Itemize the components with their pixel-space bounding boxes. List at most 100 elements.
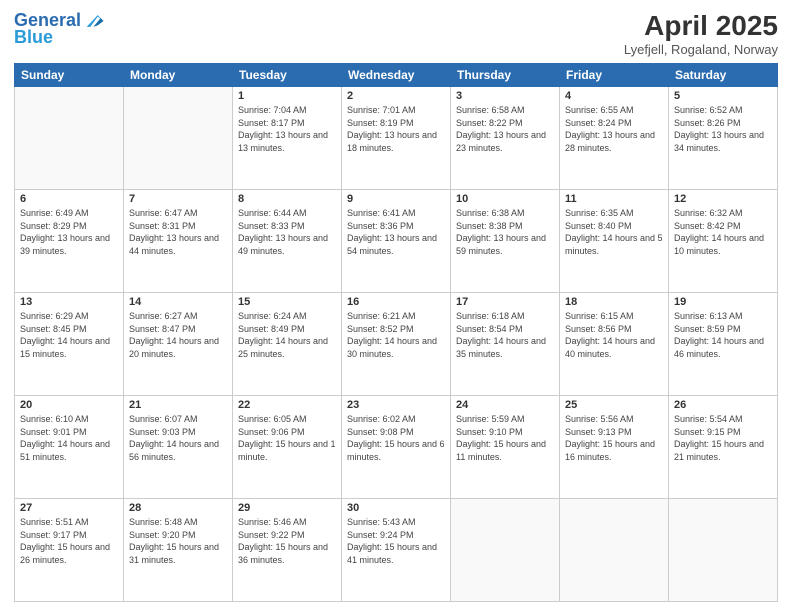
day-number: 25 bbox=[565, 399, 663, 411]
day-info-line: Sunrise: 6:38 AM bbox=[456, 207, 554, 220]
calendar-cell: 14Sunrise: 6:27 AMSunset: 8:47 PMDayligh… bbox=[124, 293, 233, 396]
day-info-line: Sunrise: 6:15 AM bbox=[565, 310, 663, 323]
day-number: 7 bbox=[129, 193, 227, 205]
calendar-cell: 24Sunrise: 5:59 AMSunset: 9:10 PMDayligh… bbox=[451, 396, 560, 499]
day-info-line: Sunset: 8:47 PM bbox=[129, 323, 227, 336]
day-info-line: Daylight: 14 hours and 56 minutes. bbox=[129, 438, 227, 463]
day-info-line: Sunrise: 6:44 AM bbox=[238, 207, 336, 220]
calendar-cell: 26Sunrise: 5:54 AMSunset: 9:15 PMDayligh… bbox=[669, 396, 778, 499]
day-info-line: Sunrise: 7:04 AM bbox=[238, 104, 336, 117]
day-info-line: Daylight: 14 hours and 35 minutes. bbox=[456, 335, 554, 360]
calendar-cell: 1Sunrise: 7:04 AMSunset: 8:17 PMDaylight… bbox=[233, 87, 342, 190]
day-info-line: Daylight: 14 hours and 51 minutes. bbox=[20, 438, 118, 463]
day-info-line: Sunrise: 6:35 AM bbox=[565, 207, 663, 220]
day-info-line: Sunset: 9:01 PM bbox=[20, 426, 118, 439]
calendar-cell: 17Sunrise: 6:18 AMSunset: 8:54 PMDayligh… bbox=[451, 293, 560, 396]
logo: General Blue bbox=[14, 10, 105, 48]
day-info-line: Daylight: 15 hours and 41 minutes. bbox=[347, 541, 445, 566]
calendar-cell: 5Sunrise: 6:52 AMSunset: 8:26 PMDaylight… bbox=[669, 87, 778, 190]
calendar-cell: 7Sunrise: 6:47 AMSunset: 8:31 PMDaylight… bbox=[124, 190, 233, 293]
day-info-line: Daylight: 13 hours and 44 minutes. bbox=[129, 232, 227, 257]
day-number: 22 bbox=[238, 399, 336, 411]
day-info-line: Sunrise: 6:58 AM bbox=[456, 104, 554, 117]
calendar-cell: 12Sunrise: 6:32 AMSunset: 8:42 PMDayligh… bbox=[669, 190, 778, 293]
day-number: 17 bbox=[456, 296, 554, 308]
title-block: April 2025 Lyefjell, Rogaland, Norway bbox=[624, 10, 778, 57]
day-info-line: Sunset: 8:56 PM bbox=[565, 323, 663, 336]
day-info-line: Daylight: 14 hours and 40 minutes. bbox=[565, 335, 663, 360]
day-info-line: Sunrise: 5:48 AM bbox=[129, 516, 227, 529]
day-number: 20 bbox=[20, 399, 118, 411]
day-info-line: Daylight: 15 hours and 6 minutes. bbox=[347, 438, 445, 463]
day-info-line: Daylight: 13 hours and 54 minutes. bbox=[347, 232, 445, 257]
th-sunday: Sunday bbox=[15, 64, 124, 87]
day-info-line: Sunrise: 6:02 AM bbox=[347, 413, 445, 426]
day-number: 16 bbox=[347, 296, 445, 308]
th-friday: Friday bbox=[560, 64, 669, 87]
day-info-line: Sunset: 8:59 PM bbox=[674, 323, 772, 336]
day-number: 12 bbox=[674, 193, 772, 205]
calendar-table: Sunday Monday Tuesday Wednesday Thursday… bbox=[14, 63, 778, 602]
calendar-header: Sunday Monday Tuesday Wednesday Thursday… bbox=[15, 64, 778, 87]
calendar-cell: 8Sunrise: 6:44 AMSunset: 8:33 PMDaylight… bbox=[233, 190, 342, 293]
day-info-line: Sunset: 8:52 PM bbox=[347, 323, 445, 336]
th-saturday: Saturday bbox=[669, 64, 778, 87]
day-info-line: Daylight: 15 hours and 21 minutes. bbox=[674, 438, 772, 463]
day-info-line: Sunset: 8:45 PM bbox=[20, 323, 118, 336]
day-info-line: Sunset: 8:26 PM bbox=[674, 117, 772, 130]
day-info-line: Sunrise: 7:01 AM bbox=[347, 104, 445, 117]
calendar-cell: 3Sunrise: 6:58 AMSunset: 8:22 PMDaylight… bbox=[451, 87, 560, 190]
calendar-cell: 22Sunrise: 6:05 AMSunset: 9:06 PMDayligh… bbox=[233, 396, 342, 499]
day-number: 10 bbox=[456, 193, 554, 205]
day-info-line: Sunset: 8:40 PM bbox=[565, 220, 663, 233]
day-info-line: Sunset: 9:24 PM bbox=[347, 529, 445, 542]
th-thursday: Thursday bbox=[451, 64, 560, 87]
calendar-cell: 28Sunrise: 5:48 AMSunset: 9:20 PMDayligh… bbox=[124, 499, 233, 602]
day-number: 2 bbox=[347, 90, 445, 102]
th-tuesday: Tuesday bbox=[233, 64, 342, 87]
day-number: 1 bbox=[238, 90, 336, 102]
day-number: 21 bbox=[129, 399, 227, 411]
day-info-line: Sunset: 9:22 PM bbox=[238, 529, 336, 542]
day-info-line: Sunrise: 6:32 AM bbox=[674, 207, 772, 220]
day-info-line: Daylight: 15 hours and 11 minutes. bbox=[456, 438, 554, 463]
day-info-line: Sunrise: 6:47 AM bbox=[129, 207, 227, 220]
calendar-week-row: 1Sunrise: 7:04 AMSunset: 8:17 PMDaylight… bbox=[15, 87, 778, 190]
day-number: 5 bbox=[674, 90, 772, 102]
day-info-line: Sunset: 8:54 PM bbox=[456, 323, 554, 336]
day-info-line: Sunset: 9:10 PM bbox=[456, 426, 554, 439]
day-number: 9 bbox=[347, 193, 445, 205]
calendar-week-row: 27Sunrise: 5:51 AMSunset: 9:17 PMDayligh… bbox=[15, 499, 778, 602]
day-number: 15 bbox=[238, 296, 336, 308]
th-monday: Monday bbox=[124, 64, 233, 87]
calendar-cell: 27Sunrise: 5:51 AMSunset: 9:17 PMDayligh… bbox=[15, 499, 124, 602]
calendar-week-row: 20Sunrise: 6:10 AMSunset: 9:01 PMDayligh… bbox=[15, 396, 778, 499]
day-info-line: Daylight: 14 hours and 5 minutes. bbox=[565, 232, 663, 257]
calendar-cell: 10Sunrise: 6:38 AMSunset: 8:38 PMDayligh… bbox=[451, 190, 560, 293]
day-info-line: Sunset: 8:33 PM bbox=[238, 220, 336, 233]
day-info-line: Sunrise: 6:07 AM bbox=[129, 413, 227, 426]
day-number: 24 bbox=[456, 399, 554, 411]
calendar-cell: 6Sunrise: 6:49 AMSunset: 8:29 PMDaylight… bbox=[15, 190, 124, 293]
calendar-cell: 11Sunrise: 6:35 AMSunset: 8:40 PMDayligh… bbox=[560, 190, 669, 293]
day-info-line: Daylight: 15 hours and 36 minutes. bbox=[238, 541, 336, 566]
day-info-line: Daylight: 13 hours and 28 minutes. bbox=[565, 129, 663, 154]
day-info-line: Sunset: 8:24 PM bbox=[565, 117, 663, 130]
calendar-cell bbox=[124, 87, 233, 190]
day-info-line: Daylight: 13 hours and 39 minutes. bbox=[20, 232, 118, 257]
calendar-week-row: 13Sunrise: 6:29 AMSunset: 8:45 PMDayligh… bbox=[15, 293, 778, 396]
day-info-line: Sunset: 9:15 PM bbox=[674, 426, 772, 439]
calendar-cell: 18Sunrise: 6:15 AMSunset: 8:56 PMDayligh… bbox=[560, 293, 669, 396]
calendar-cell bbox=[15, 87, 124, 190]
day-info-line: Sunset: 9:13 PM bbox=[565, 426, 663, 439]
day-info-line: Sunset: 9:06 PM bbox=[238, 426, 336, 439]
day-info-line: Sunset: 8:22 PM bbox=[456, 117, 554, 130]
day-info-line: Sunrise: 6:27 AM bbox=[129, 310, 227, 323]
day-info-line: Daylight: 13 hours and 59 minutes. bbox=[456, 232, 554, 257]
calendar-title: April 2025 bbox=[624, 10, 778, 42]
day-info-line: Daylight: 15 hours and 16 minutes. bbox=[565, 438, 663, 463]
th-wednesday: Wednesday bbox=[342, 64, 451, 87]
day-info-line: Sunrise: 6:55 AM bbox=[565, 104, 663, 117]
day-number: 13 bbox=[20, 296, 118, 308]
day-info-line: Sunrise: 6:21 AM bbox=[347, 310, 445, 323]
